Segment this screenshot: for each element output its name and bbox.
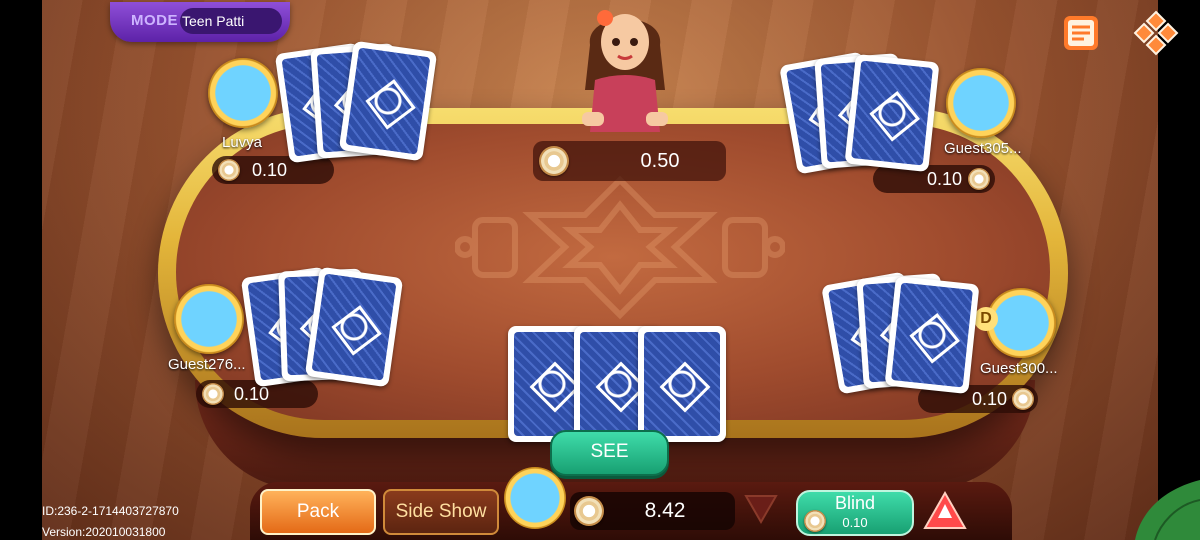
player-avatar-guest276[interactable] (174, 284, 244, 354)
pot-box: 0.50 (533, 141, 726, 181)
card-back (304, 266, 404, 388)
side-show-button[interactable]: Side Show (383, 489, 499, 535)
mode-label: MODE (131, 12, 178, 29)
decrease-bet-icon[interactable] (742, 492, 780, 526)
my-balance: 8.42 (644, 499, 686, 522)
player-name: Guest300... (980, 360, 1058, 377)
plant-leaf-decoration (1135, 480, 1200, 540)
blind-amount: 0.10 (842, 515, 868, 530)
my-balance-box: 8.42 (570, 492, 735, 530)
player-bet-box: 0.10 (212, 156, 334, 184)
player-avatar-guest305[interactable] (946, 68, 1016, 138)
card-back (844, 53, 940, 173)
chip-icon (574, 496, 604, 526)
player-name: Guest276... (168, 356, 246, 373)
player-bet: 0.10 (972, 389, 1008, 409)
blind-label: Blind (834, 493, 876, 513)
chip-icon (539, 146, 569, 176)
chip-icon (202, 383, 224, 405)
scroll-icon[interactable] (1058, 10, 1104, 56)
increase-bet-icon[interactable] (922, 490, 968, 532)
player-bet-box: 0.10 (873, 165, 995, 193)
player-name: Guest305... (944, 140, 1022, 157)
left-letterbox (0, 0, 42, 540)
diamond-menu-icon[interactable] (1133, 10, 1179, 56)
card-back (338, 40, 438, 162)
player-name: Luvya (222, 134, 263, 151)
my-avatar[interactable] (504, 467, 566, 529)
right-letterbox (1158, 0, 1200, 540)
my-card[interactable] (638, 326, 726, 442)
player-avatar-luvya[interactable] (208, 58, 278, 128)
version-text: Version:202010031800 (42, 525, 166, 539)
pack-button[interactable]: Pack (260, 489, 376, 535)
see-button[interactable]: SEE (550, 430, 669, 476)
chip-icon (1012, 388, 1034, 410)
dealer-character (582, 10, 668, 132)
mode-value[interactable]: Teen Patti (180, 8, 282, 34)
chip-icon (968, 168, 990, 190)
game-screen: MODE Teen Patti 0.50 Luvya 0.10 Guest305… (0, 0, 1200, 540)
chip-icon (218, 159, 240, 181)
card-back (884, 275, 980, 395)
blind-button[interactable]: Blind 0.10 (796, 490, 914, 536)
pot-value: 0.50 (640, 150, 680, 172)
dealer-marker: D (974, 307, 998, 331)
table-mandala-pattern (455, 175, 785, 320)
game-id: ID:236-2-1714403727870 (42, 504, 179, 518)
player-bet: 0.10 (927, 169, 963, 189)
player-bet: 0.10 (252, 160, 288, 180)
